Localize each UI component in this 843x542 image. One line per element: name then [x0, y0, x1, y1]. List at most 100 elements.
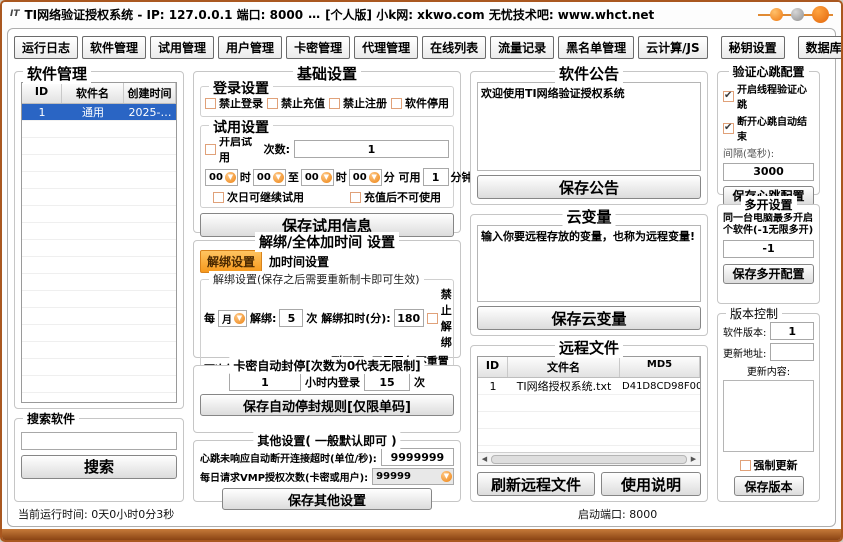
checkbox-icon [205, 144, 216, 155]
select-value: 月 [222, 311, 232, 326]
column-header-md5[interactable]: MD5 [620, 357, 700, 377]
save-autoban-button[interactable]: 保存自动停封规则[仅限单码] [200, 394, 454, 416]
toolbar-button-cloud-js[interactable]: 云计算/JS [638, 36, 708, 59]
disconnect-end-checkbox[interactable]: 断开心跳自动结束 [723, 113, 814, 143]
autoban-times-input[interactable] [364, 373, 410, 391]
unbind-panel-title: 解绑/全体加时间 设置 [255, 232, 399, 252]
tab-addtime-settings[interactable]: 加时间设置 [262, 250, 336, 273]
config-column: 验证心跳配置 开启线程验证心跳 断开心跳自动结束 间隔(毫秒): 保存心跳配置 … [717, 71, 820, 502]
close-button[interactable] [812, 6, 829, 23]
status-runtime: 当前运行时间: 0天0小时0分3秒 [18, 506, 174, 522]
save-announcement-button[interactable]: 保存公告 [477, 175, 701, 199]
multiopen-count-input[interactable] [723, 240, 814, 258]
version-title: 版本控制 [726, 305, 782, 322]
toolbar-button-card-manage[interactable]: 卡密管理 [286, 36, 350, 59]
multiopen-panel: 多开设置 同一台电脑最多开启个软件(-1无限多开) 保存多开配置 [717, 204, 820, 304]
other-settings-title: 其他设置( 一般默认即可 ) [253, 432, 400, 449]
autoban-hours-input[interactable] [229, 373, 301, 391]
software-disable-checkbox[interactable]: 软件停用 [391, 95, 449, 111]
column-header-name[interactable]: 软件名 [62, 83, 124, 103]
update-url-input[interactable] [770, 343, 814, 361]
update-url-label: 更新地址: [723, 345, 766, 360]
save-cloudvars-button[interactable]: 保存云变量 [477, 306, 701, 330]
minimize-button[interactable] [770, 8, 783, 21]
heartbeat-timeout-input[interactable] [381, 448, 454, 466]
column-header-id[interactable]: ID [478, 357, 508, 377]
remote-files-panel: 远程文件 ID 文件名 MD5 1 TI网络授权系统.txt D41D8CD98… [470, 345, 708, 502]
toolbar-button-database-manage[interactable]: 数据库管理 [798, 36, 843, 59]
trial-minutes-input[interactable] [423, 168, 449, 186]
scrollbar-thumb[interactable] [491, 455, 687, 464]
horizontal-scrollbar[interactable]: ◀ ▶ [478, 452, 700, 465]
chevron-down-icon: ▼ [234, 313, 245, 324]
interval-ms-label: 间隔(毫秒): [723, 145, 814, 160]
toolbar-button-user-manage[interactable]: 用户管理 [218, 36, 282, 59]
tab-unbind-settings[interactable]: 解绑设置 [200, 250, 262, 273]
forbid-recharge-checkbox[interactable]: 禁止充值 [267, 95, 325, 111]
column-header-id[interactable]: ID [22, 83, 62, 103]
deduct-minutes-input[interactable] [394, 309, 424, 327]
app-icon: IT [10, 9, 20, 19]
column-header-filename[interactable]: 文件名 [508, 357, 620, 377]
remote-table-header: ID 文件名 MD5 [478, 357, 700, 378]
cell-name: 通用 [62, 104, 124, 120]
after-recharge-checkbox[interactable]: 充值后不可使用 [350, 189, 441, 205]
heartbeat-interval-input[interactable] [723, 163, 814, 181]
checkbox-label: 强制更新 [754, 457, 798, 473]
remote-files-table[interactable]: ID 文件名 MD5 1 TI网络授权系统.txt D41D8CD98F00B2… [477, 356, 701, 466]
force-update-checkbox[interactable]: 强制更新 [740, 457, 798, 473]
toolbar-button-traffic-log[interactable]: 流量记录 [490, 36, 554, 59]
chevron-down-icon: ▼ [225, 172, 236, 183]
minute-end-select[interactable]: 00▼ [349, 169, 382, 186]
update-content-textarea[interactable] [723, 380, 814, 452]
scroll-left-icon[interactable]: ◀ [478, 455, 491, 463]
toolbar-button-software-manage[interactable]: 软件管理 [82, 36, 146, 59]
save-multiopen-button[interactable]: 保存多开配置 [723, 264, 814, 284]
search-button[interactable]: 搜索 [21, 455, 177, 479]
software-table[interactable]: ID 软件名 创建时间 1 通用 2025-… [21, 82, 177, 403]
multiopen-desc: 同一台电脑最多开启个软件(-1无限多开) [723, 213, 814, 237]
multiopen-title: 多开设置 [740, 196, 796, 213]
heartbeat-title: 验证心跳配置 [728, 63, 808, 80]
toolbar-button-online-list[interactable]: 在线列表 [422, 36, 486, 59]
cloudvars-textarea[interactable]: 输入你要远程存放的变量，也称为远程变量! [477, 225, 701, 302]
unbind-panel: 解绑/全体加时间 设置 解绑设置 加时间设置 解绑设置(保存之后需要重新制卡即可… [193, 240, 461, 358]
toolbar-button-trial-manage[interactable]: 试用管理 [150, 36, 214, 59]
refresh-remote-button[interactable]: 刷新远程文件 [477, 472, 595, 496]
scroll-right-icon[interactable]: ▶ [687, 455, 700, 463]
remote-files-title: 远程文件 [555, 337, 623, 358]
search-input[interactable] [21, 432, 177, 450]
forbid-register-checkbox[interactable]: 禁止注册 [329, 95, 387, 111]
toolbar-button-agent-manage[interactable]: 代理管理 [354, 36, 418, 59]
period-select[interactable]: 月▼ [218, 310, 247, 327]
table-row[interactable]: 1 TI网络授权系统.txt D41D8CD98F00B204E980… [478, 378, 700, 395]
unbind-count-input[interactable] [279, 309, 303, 327]
basic-settings-title: 基础设置 [293, 63, 361, 84]
announcement-textarea[interactable]: 欢迎使用TI网络验证授权系统 [477, 82, 701, 171]
hour-end-select[interactable]: 00▼ [301, 169, 334, 186]
checkbox-icon [205, 98, 216, 109]
toolbar-button-secret-key[interactable]: 秘钥设置 [721, 36, 785, 59]
enable-trial-checkbox[interactable]: 开启试用 [205, 133, 260, 165]
vmp-limit-select[interactable]: 99999▼ [372, 468, 454, 485]
trial-count-input[interactable] [294, 140, 449, 158]
toolbar-button-run-log[interactable]: 运行日志 [14, 36, 78, 59]
maximize-button[interactable] [791, 8, 804, 21]
cell-id: 1 [22, 106, 62, 119]
checkbox-label: 次日可继续试用 [227, 189, 304, 205]
toolbar-button-blacklist-manage[interactable]: 黑名单管理 [558, 36, 634, 59]
version-input[interactable] [770, 322, 814, 340]
thread-verify-checkbox[interactable]: 开启线程验证心跳 [723, 81, 814, 111]
save-version-button[interactable]: 保存版本 [734, 476, 804, 496]
column-header-time[interactable]: 创建时间 [124, 83, 176, 103]
minute-start-select[interactable]: 00▼ [253, 169, 286, 186]
help-button[interactable]: 使用说明 [601, 472, 701, 496]
forbid-unbind-checkbox[interactable]: 禁止解绑 [427, 286, 452, 350]
table-row-selected[interactable]: 1 通用 2025-… [22, 104, 176, 121]
hour-start-select[interactable]: 00▼ [205, 169, 238, 186]
trial-settings-group: 试用设置 开启试用 次数: 00▼ 时 00▼ 至 00▼ 时 [200, 125, 454, 208]
checkbox-icon [427, 313, 438, 324]
checkbox-checked-icon [723, 123, 734, 134]
nextday-trial-checkbox[interactable]: 次日可继续试用 [213, 189, 304, 205]
search-panel: 搜索软件 搜索 [14, 418, 184, 502]
